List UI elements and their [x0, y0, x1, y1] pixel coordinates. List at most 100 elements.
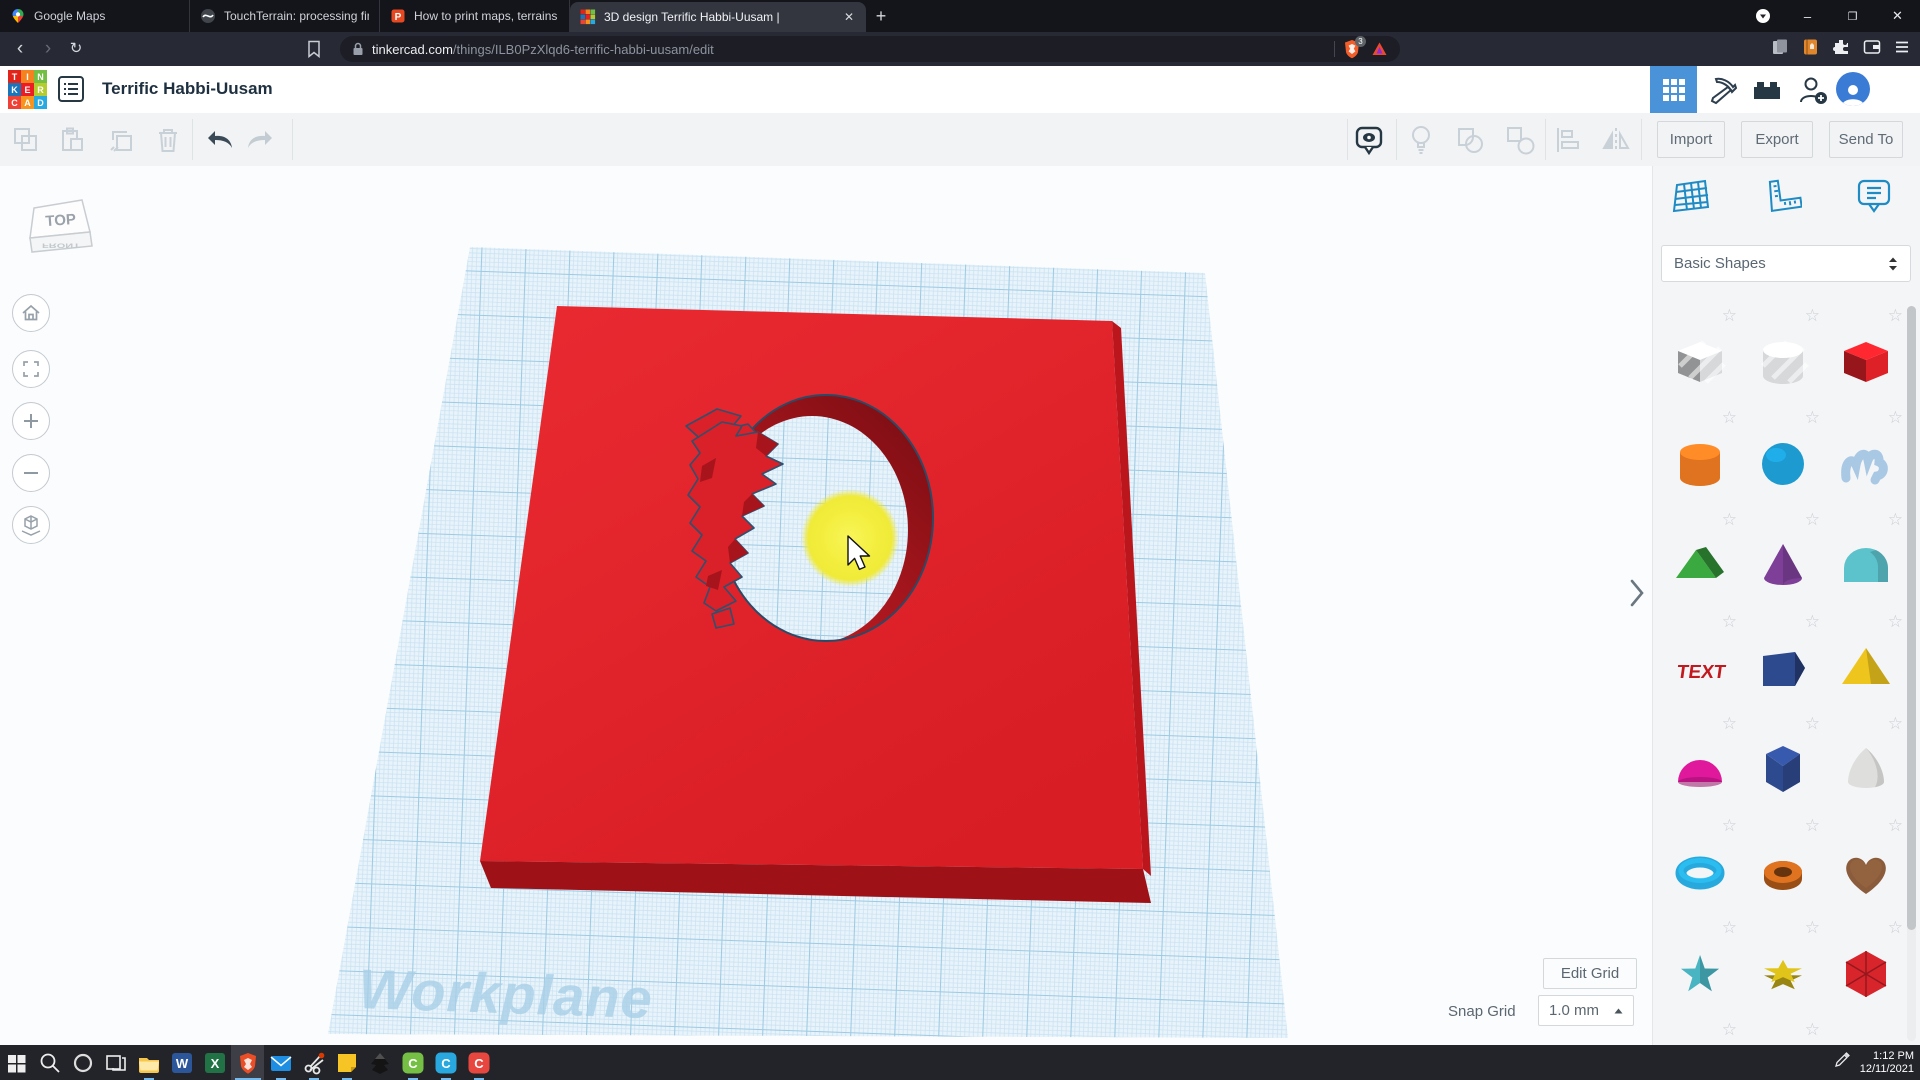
design-title[interactable]: Terrific Habbi-Uusam [102, 79, 273, 99]
scene[interactable]: Workplane [0, 166, 1652, 1045]
shape-paraboloid[interactable]: ☆ [1825, 714, 1907, 814]
favorite-star-icon[interactable]: ☆ [1805, 714, 1820, 734]
fit-view-button[interactable] [12, 350, 50, 388]
taskbar-cortana-icon[interactable] [66, 1045, 99, 1080]
shape-tube[interactable]: ☆ [1742, 816, 1824, 916]
brave-shield-icon[interactable]: 3 [1343, 39, 1361, 59]
shape-text[interactable]: ☆TEXT [1659, 612, 1741, 712]
favorite-star-icon[interactable]: ☆ [1805, 1020, 1820, 1040]
taskbar-file-explorer-icon[interactable] [132, 1045, 165, 1080]
send-to-button[interactable]: Send To [1829, 121, 1903, 158]
import-button[interactable]: Import [1657, 121, 1725, 158]
shape-round-teal[interactable]: ☆ [1742, 1020, 1824, 1045]
lego-brick-icon[interactable] [1750, 73, 1784, 107]
duplicate-icon[interactable] [105, 124, 137, 156]
notebook-icon[interactable] [1802, 38, 1819, 61]
shape-roof[interactable]: ☆ [1659, 510, 1741, 610]
favorite-star-icon[interactable]: ☆ [1805, 408, 1820, 428]
copy-icon[interactable] [10, 124, 42, 156]
windows-ink-pen-icon[interactable] [1834, 1052, 1850, 1073]
design-properties-button[interactable] [58, 76, 84, 102]
taskbar-excel-icon[interactable]: X [198, 1045, 231, 1080]
redo-icon[interactable] [244, 124, 276, 156]
ruler-tool-icon[interactable] [1761, 176, 1805, 216]
minimize-button[interactable]: – [1785, 0, 1830, 32]
favorite-star-icon[interactable]: ☆ [1888, 714, 1903, 734]
browser-tab-3[interactable]: 3D design Terrific Habbi-Uusam |✕ [570, 2, 866, 32]
favorite-star-icon[interactable]: ☆ [1722, 1020, 1737, 1040]
favorite-star-icon[interactable]: ☆ [1805, 510, 1820, 530]
url-field[interactable]: tinkercad.com/things/ILB0PzXlqd6-terrifi… [340, 36, 1400, 62]
favorite-star-icon[interactable]: ☆ [1722, 816, 1737, 836]
blocks-view-button[interactable] [1650, 66, 1697, 113]
taskbar-search-icon[interactable] [33, 1045, 66, 1080]
mirror-icon[interactable] [1600, 124, 1632, 156]
shape-star-flat[interactable]: ☆ [1742, 918, 1824, 1018]
forward-icon[interactable]: › [34, 32, 62, 66]
viewport-3d[interactable]: Workplane [0, 166, 1652, 1045]
favorite-star-icon[interactable]: ☆ [1888, 510, 1903, 530]
reload-icon[interactable]: ↻ [62, 32, 90, 66]
brave-rewards-icon[interactable] [1371, 41, 1388, 57]
delete-icon[interactable] [152, 124, 184, 156]
account-avatar[interactable] [1836, 72, 1870, 106]
panel-collapse-icon[interactable] [1626, 576, 1648, 610]
shape-wedge[interactable]: ☆ [1742, 612, 1824, 712]
taskbar-recorder-red-icon[interactable]: C [462, 1045, 495, 1080]
zoom-in-button[interactable] [12, 402, 50, 440]
export-button[interactable]: Export [1741, 121, 1813, 158]
shape-round-roof[interactable]: ☆ [1825, 510, 1907, 610]
shape-cylinder-transparent[interactable]: ☆ [1742, 306, 1824, 406]
favorite-star-icon[interactable]: ☆ [1888, 612, 1903, 632]
shape-box[interactable]: ☆ [1825, 306, 1907, 406]
favorite-star-icon[interactable]: ☆ [1805, 918, 1820, 938]
scrollbar-thumb[interactable] [1907, 306, 1916, 930]
shape-torus[interactable]: ☆ [1659, 816, 1741, 916]
shape-cylinder[interactable]: ☆ [1659, 408, 1741, 508]
tinkercad-logo[interactable]: TINKERCAD [8, 70, 47, 109]
paste-icon[interactable] [57, 124, 89, 156]
taskbar-start-button-icon[interactable] [0, 1045, 33, 1080]
favorite-star-icon[interactable]: ☆ [1722, 408, 1737, 428]
puzzle-extensions-icon[interactable] [1832, 38, 1850, 61]
shape-half-sphere-gray[interactable]: ☆ [1659, 1020, 1741, 1045]
workplane-tool-icon[interactable] [1669, 176, 1713, 216]
browser-tab-1[interactable]: TouchTerrain: processing finished. Sett [190, 0, 380, 32]
shape-star[interactable]: ☆ [1659, 918, 1741, 1018]
browser-profile-icon[interactable] [1740, 0, 1785, 32]
taskbar-mail-icon[interactable] [264, 1045, 297, 1080]
favorite-star-icon[interactable]: ☆ [1722, 612, 1737, 632]
favorite-star-icon[interactable]: ☆ [1722, 714, 1737, 734]
show-comments-icon[interactable] [1353, 124, 1385, 156]
bookmark-icon[interactable] [306, 40, 322, 63]
taskbar-camtasia-icon[interactable]: C [396, 1045, 429, 1080]
browser-tab-0[interactable]: Google Maps [0, 0, 190, 32]
browser-tab-2[interactable]: PHow to print maps, terrains and lands [380, 0, 570, 32]
favorite-star-icon[interactable]: ☆ [1888, 306, 1903, 326]
shape-scribble[interactable]: ☆ [1825, 408, 1907, 508]
panel-scrollbar[interactable] [1907, 306, 1916, 1041]
perspective-toggle-button[interactable] [12, 506, 50, 544]
shape-polygon[interactable]: ☆ [1742, 714, 1824, 814]
new-tab-button[interactable]: + [866, 0, 896, 32]
zoom-out-button[interactable] [12, 454, 50, 492]
favorite-star-icon[interactable]: ☆ [1888, 408, 1903, 428]
taskbar-snipping-tool-icon[interactable] [297, 1045, 330, 1080]
taskbar-clock[interactable]: 1:12 PM 12/11/2021 [1860, 1050, 1914, 1076]
restore-button[interactable]: ❐ [1830, 0, 1875, 32]
undo-icon[interactable] [204, 124, 236, 156]
favorite-star-icon[interactable]: ☆ [1888, 918, 1903, 938]
shape-icosahedron[interactable]: ☆ [1825, 918, 1907, 1018]
favorite-star-icon[interactable]: ☆ [1805, 816, 1820, 836]
shape-sphere[interactable]: ☆ [1742, 408, 1824, 508]
ungroup-icon[interactable] [1504, 124, 1536, 156]
taskbar-sticky-notes-icon[interactable] [330, 1045, 363, 1080]
favorite-star-icon[interactable]: ☆ [1722, 306, 1737, 326]
taskbar-brave-browser-icon[interactable] [231, 1045, 264, 1080]
shape-pyramid[interactable]: ☆ [1825, 612, 1907, 712]
shape-box-transparent[interactable]: ☆ [1659, 306, 1741, 406]
minecraft-pickaxe-icon[interactable] [1706, 73, 1740, 107]
shape-category-select[interactable]: Basic Shapes [1661, 245, 1911, 282]
invite-person-icon[interactable] [1796, 73, 1830, 107]
home-view-button[interactable] [12, 294, 50, 332]
